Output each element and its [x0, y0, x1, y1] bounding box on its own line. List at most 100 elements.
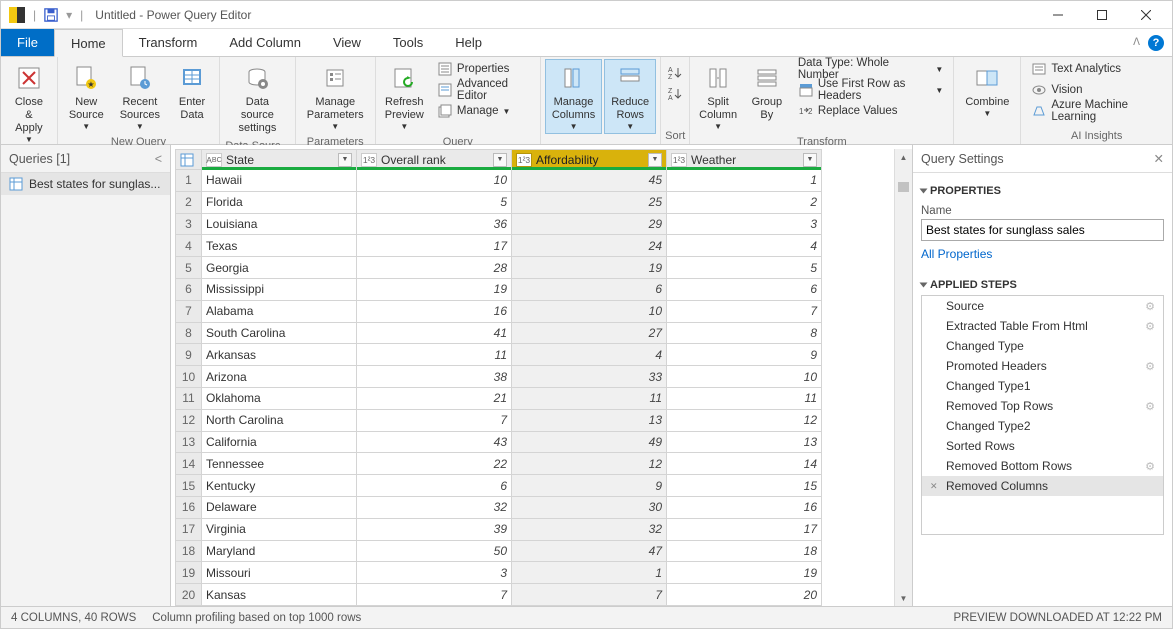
cell-overall-rank[interactable]: 36	[357, 213, 512, 235]
table-row[interactable]: 7 Alabama 16 10 7	[176, 300, 822, 322]
properties-button[interactable]: Properties	[431, 59, 536, 79]
new-source-button[interactable]: ★ NewSource▼	[62, 59, 111, 134]
cell-weather[interactable]: 12	[667, 409, 822, 431]
cell-weather[interactable]: 10	[667, 366, 822, 388]
cell-weather[interactable]: 7	[667, 300, 822, 322]
close-panel-icon[interactable]: ✕	[1154, 151, 1164, 166]
cell-state[interactable]: Louisiana	[202, 213, 357, 235]
cell-weather[interactable]: 11	[667, 387, 822, 409]
cell-affordability[interactable]: 6	[512, 278, 667, 300]
cell-overall-rank[interactable]: 5	[357, 191, 512, 213]
column-header-overall-rank[interactable]: 1²3Overall rank▼	[357, 150, 512, 170]
filter-dropdown-icon[interactable]: ▼	[803, 153, 817, 167]
applied-step[interactable]: Removed Columns	[922, 476, 1163, 496]
cell-overall-rank[interactable]: 6	[357, 475, 512, 497]
cell-overall-rank[interactable]: 21	[357, 387, 512, 409]
cell-affordability[interactable]: 1	[512, 562, 667, 584]
cell-weather[interactable]: 13	[667, 431, 822, 453]
combine-button[interactable]: Combine▼	[958, 59, 1016, 121]
column-header-weather[interactable]: 1²3Weather▼	[667, 150, 822, 170]
azure-ml-button[interactable]: Azure Machine Learning	[1025, 101, 1168, 121]
data-type-button[interactable]: Data Type: Whole Number ▼	[792, 59, 949, 79]
recent-sources-button[interactable]: RecentSources▼	[113, 59, 167, 134]
cell-weather[interactable]: 15	[667, 475, 822, 497]
cell-overall-rank[interactable]: 32	[357, 496, 512, 518]
filter-dropdown-icon[interactable]: ▼	[338, 153, 352, 167]
reduce-rows-button[interactable]: ReduceRows▼	[604, 59, 656, 134]
cell-overall-rank[interactable]: 22	[357, 453, 512, 475]
tab-transform[interactable]: Transform	[123, 29, 214, 56]
filter-dropdown-icon[interactable]: ▼	[648, 153, 662, 167]
cell-weather[interactable]: 5	[667, 257, 822, 279]
applied-step[interactable]: Changed Type2	[922, 416, 1163, 436]
tab-file[interactable]: File	[1, 29, 54, 56]
cell-state[interactable]: Alabama	[202, 300, 357, 322]
cell-overall-rank[interactable]: 43	[357, 431, 512, 453]
table-row[interactable]: 19 Missouri 3 1 19	[176, 562, 822, 584]
cell-weather[interactable]: 20	[667, 584, 822, 606]
filter-dropdown-icon[interactable]: ▼	[493, 153, 507, 167]
applied-step[interactable]: Changed Type	[922, 336, 1163, 356]
manage-parameters-button[interactable]: ManageParameters▼	[300, 59, 371, 134]
vertical-scrollbar[interactable]: ▲ ▼	[894, 149, 912, 606]
table-row[interactable]: 4 Texas 17 24 4	[176, 235, 822, 257]
tab-tools[interactable]: Tools	[377, 29, 439, 56]
cell-affordability[interactable]: 30	[512, 496, 667, 518]
gear-icon[interactable]: ⚙	[1145, 400, 1155, 413]
cell-affordability[interactable]: 29	[512, 213, 667, 235]
gear-icon[interactable]: ⚙	[1145, 320, 1155, 333]
cell-affordability[interactable]: 47	[512, 540, 667, 562]
vision-button[interactable]: Vision	[1025, 80, 1168, 100]
cell-affordability[interactable]: 25	[512, 191, 667, 213]
cell-state[interactable]: Tennessee	[202, 453, 357, 475]
table-row[interactable]: 2 Florida 5 25 2	[176, 191, 822, 213]
cell-overall-rank[interactable]: 39	[357, 518, 512, 540]
cell-state[interactable]: Oklahoma	[202, 387, 357, 409]
table-corner-icon[interactable]	[176, 150, 202, 170]
sort-asc-button[interactable]: AZ	[665, 63, 685, 83]
table-row[interactable]: 10 Arizona 38 33 10	[176, 366, 822, 388]
table-row[interactable]: 1 Hawaii 10 45 1	[176, 170, 822, 192]
text-analytics-button[interactable]: Text Analytics	[1025, 59, 1168, 79]
cell-state[interactable]: Texas	[202, 235, 357, 257]
enter-data-button[interactable]: EnterData	[169, 59, 215, 125]
close-and-apply-button[interactable]: Close &Apply▼	[5, 59, 53, 147]
cell-affordability[interactable]: 13	[512, 409, 667, 431]
table-row[interactable]: 14 Tennessee 22 12 14	[176, 453, 822, 475]
cell-affordability[interactable]: 11	[512, 387, 667, 409]
cell-state[interactable]: Hawaii	[202, 170, 357, 192]
cell-state[interactable]: Arkansas	[202, 344, 357, 366]
collapse-panel-icon[interactable]: <	[155, 152, 162, 166]
cell-overall-rank[interactable]: 16	[357, 300, 512, 322]
all-properties-link[interactable]: All Properties	[921, 247, 992, 261]
table-row[interactable]: 16 Delaware 32 30 16	[176, 496, 822, 518]
cell-weather[interactable]: 16	[667, 496, 822, 518]
cell-weather[interactable]: 8	[667, 322, 822, 344]
applied-step[interactable]: Source⚙	[922, 296, 1163, 316]
cell-affordability[interactable]: 7	[512, 584, 667, 606]
gear-icon[interactable]: ⚙	[1145, 460, 1155, 473]
cell-overall-rank[interactable]: 50	[357, 540, 512, 562]
tab-home[interactable]: Home	[54, 29, 123, 57]
replace-values-button[interactable]: 12Replace Values	[792, 101, 949, 121]
tab-view[interactable]: View	[317, 29, 377, 56]
table-row[interactable]: 6 Mississippi 19 6 6	[176, 278, 822, 300]
applied-step[interactable]: Promoted Headers⚙	[922, 356, 1163, 376]
cell-state[interactable]: Delaware	[202, 496, 357, 518]
table-row[interactable]: 3 Louisiana 36 29 3	[176, 213, 822, 235]
group-by-button[interactable]: GroupBy	[744, 59, 790, 125]
cell-weather[interactable]: 14	[667, 453, 822, 475]
cell-weather[interactable]: 3	[667, 213, 822, 235]
minimize-button[interactable]	[1036, 1, 1080, 29]
cell-weather[interactable]: 4	[667, 235, 822, 257]
cell-state[interactable]: Missouri	[202, 562, 357, 584]
cell-affordability[interactable]: 49	[512, 431, 667, 453]
cell-overall-rank[interactable]: 28	[357, 257, 512, 279]
cell-state[interactable]: Virginia	[202, 518, 357, 540]
table-row[interactable]: 11 Oklahoma 21 11 11	[176, 387, 822, 409]
cell-weather[interactable]: 1	[667, 170, 822, 192]
cell-state[interactable]: South Carolina	[202, 322, 357, 344]
applied-step[interactable]: Sorted Rows	[922, 436, 1163, 456]
refresh-preview-button[interactable]: RefreshPreview▼	[380, 59, 429, 134]
cell-overall-rank[interactable]: 11	[357, 344, 512, 366]
